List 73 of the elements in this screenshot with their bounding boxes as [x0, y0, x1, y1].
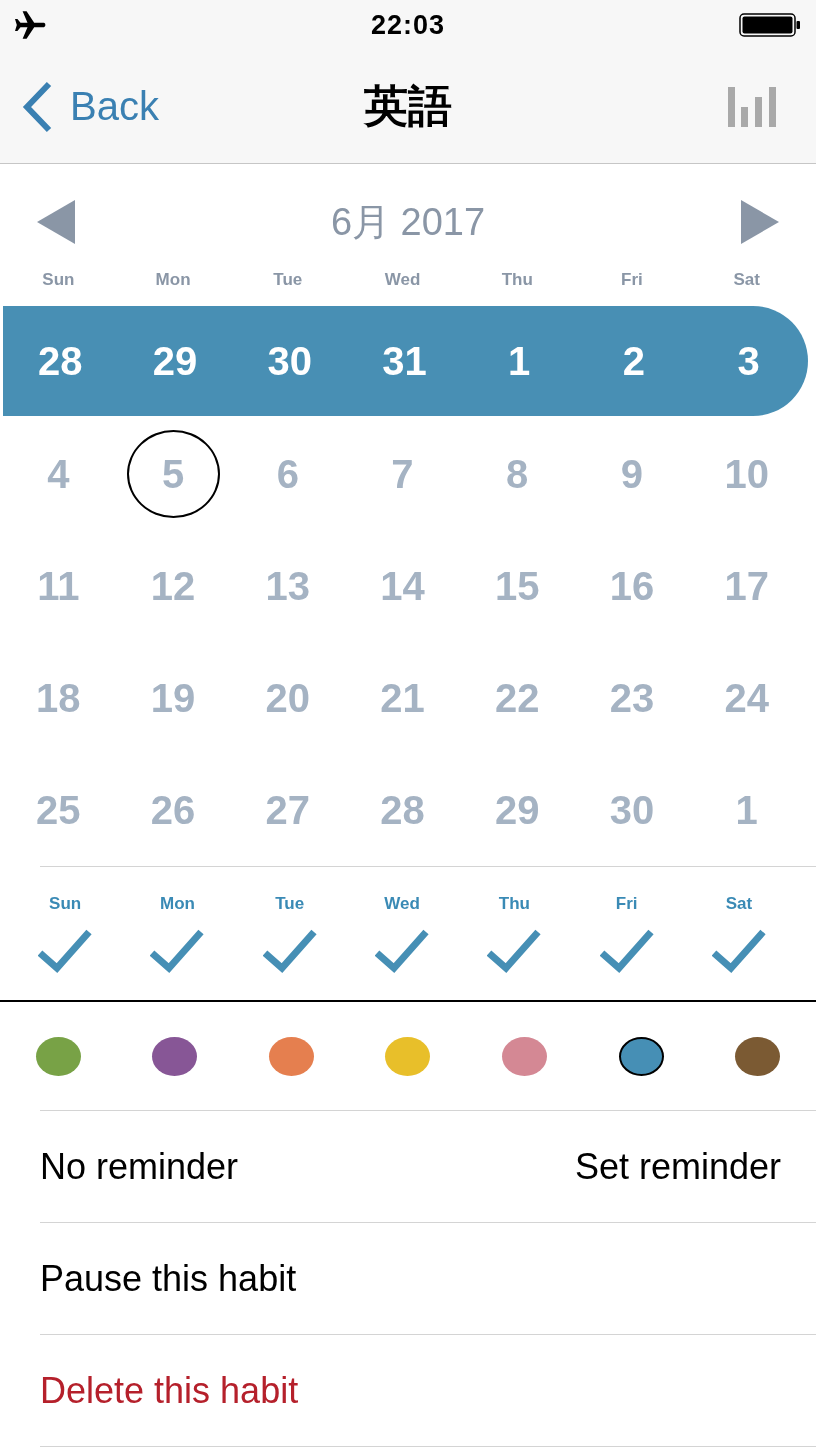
reminder-status: No reminder: [40, 1145, 239, 1188]
day-number[interactable]: 19: [150, 675, 196, 721]
delete-button[interactable]: Delete this habit: [40, 1335, 816, 1447]
day-number[interactable]: 29: [494, 787, 540, 833]
repeat-day-toggle[interactable]: Thu: [487, 894, 542, 974]
color-swatch-icon[interactable]: [618, 1036, 664, 1076]
color-swatch-icon[interactable]: [385, 1036, 431, 1076]
day-number[interactable]: 1: [508, 338, 531, 384]
repeat-day-toggle[interactable]: Wed: [375, 894, 430, 974]
triangle-left-icon: [37, 200, 75, 244]
month-title: 6月 2017: [330, 199, 486, 245]
day-number[interactable]: 26: [150, 787, 196, 833]
color-swatch-icon[interactable]: [35, 1036, 81, 1076]
circled-day-number[interactable]: 5: [126, 430, 220, 518]
weekday-label: Sat: [733, 270, 760, 290]
weekday-label: Tue: [273, 270, 303, 290]
day-number[interactable]: 30: [609, 787, 655, 833]
day-number[interactable]: 20: [265, 675, 311, 721]
repeat-day-toggle[interactable]: Fri: [599, 894, 654, 974]
repeat-day-toggle[interactable]: Tue: [262, 894, 317, 974]
day-number[interactable]: 13: [265, 563, 311, 609]
weekday-label: Sun: [42, 270, 75, 290]
day-number[interactable]: 4: [47, 451, 70, 497]
day-number[interactable]: 8: [506, 451, 529, 497]
day-number[interactable]: 18: [36, 675, 81, 721]
airplane-icon: [15, 10, 47, 40]
statistics-button[interactable]: [728, 86, 776, 127]
weekday-label: Fri: [621, 270, 643, 290]
color-swatch-icon[interactable]: [735, 1036, 781, 1076]
pause-habit-button[interactable]: Pause this habit: [40, 1223, 816, 1335]
chevron-left-icon: [22, 80, 52, 133]
bar-chart-icon: [728, 86, 776, 127]
triangle-right-icon: [741, 200, 779, 244]
day-number[interactable]: 12: [150, 563, 196, 609]
day-number[interactable]: 6: [276, 451, 299, 497]
day-number[interactable]: 29: [152, 338, 198, 384]
day-number[interactable]: 7: [391, 451, 414, 497]
weekday-label: Wed: [384, 270, 421, 290]
day-number[interactable]: 25: [36, 787, 81, 833]
previous-month-button[interactable]: [37, 200, 75, 244]
back-button[interactable]: Back: [22, 80, 159, 133]
day-number[interactable]: 15: [494, 563, 540, 609]
status-time: 22:03: [370, 9, 446, 41]
day-number[interactable]: 24: [724, 675, 769, 721]
day-number[interactable]: 27: [265, 787, 311, 833]
day-number[interactable]: 3: [737, 338, 760, 384]
day-number[interactable]: 17: [724, 563, 769, 609]
weekday-label: Thu: [501, 270, 533, 290]
day-number[interactable]: 23: [609, 675, 655, 721]
color-swatch-icon[interactable]: [502, 1036, 548, 1076]
day-number[interactable]: 31: [382, 338, 427, 384]
day-number[interactable]: 10: [724, 451, 769, 497]
day-number[interactable]: 28: [38, 338, 83, 384]
next-month-button[interactable]: [741, 200, 779, 244]
battery-icon: [739, 13, 801, 37]
repeat-day-toggle[interactable]: Mon: [150, 894, 205, 974]
day-number[interactable]: 14: [380, 563, 425, 609]
day-number[interactable]: 2: [622, 338, 646, 384]
day-number[interactable]: 21: [380, 675, 425, 721]
set-reminder-button[interactable]: Set reminder: [574, 1145, 781, 1188]
day-number[interactable]: 9: [620, 451, 644, 497]
color-swatch-icon[interactable]: [152, 1036, 198, 1076]
repeat-day-toggle[interactable]: Sun: [38, 894, 93, 974]
weekday-label: Mon: [155, 270, 191, 290]
day-number[interactable]: 30: [267, 338, 313, 384]
day-number[interactable]: 1: [735, 787, 758, 833]
screen-title: 英語: [364, 80, 452, 132]
day-number[interactable]: 11: [37, 563, 80, 609]
repeat-day-toggle[interactable]: Sat: [711, 894, 766, 974]
day-number[interactable]: 22: [494, 675, 540, 721]
day-number[interactable]: 16: [609, 563, 655, 609]
day-number[interactable]: 28: [380, 787, 425, 833]
color-swatch-icon[interactable]: [268, 1036, 314, 1076]
